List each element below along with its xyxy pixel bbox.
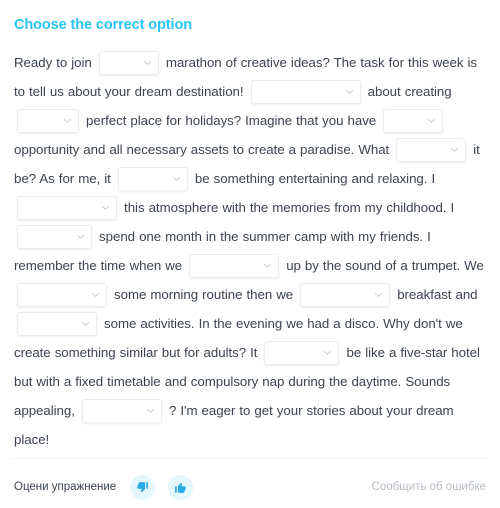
dropdown-gap-4[interactable] — [383, 109, 444, 134]
dropdown-gap-6[interactable] — [117, 167, 188, 192]
dropdown-gap-2[interactable] — [250, 80, 361, 105]
rate-exercise-label: Оцени упражнение — [14, 481, 117, 493]
rate-buttons-group — [130, 474, 206, 500]
chevron-down-icon — [92, 293, 99, 298]
chevron-down-icon — [428, 119, 436, 124]
dropdown-gap-7[interactable] — [17, 196, 117, 221]
chevron-down-icon — [64, 119, 71, 124]
chevron-down-icon — [375, 293, 383, 298]
chevron-down-icon — [143, 61, 151, 66]
thumbs-down-icon — [136, 481, 149, 494]
page-title: Choose the correct option — [14, 17, 192, 33]
chevron-down-icon — [264, 264, 272, 269]
exercise-text-run: Ready to join — [14, 55, 96, 70]
chevron-down-icon — [172, 177, 180, 182]
chevron-down-icon — [451, 148, 459, 153]
chevron-down-icon — [77, 235, 84, 240]
chevron-down-icon — [102, 206, 109, 211]
thumbs-up-icon — [174, 481, 187, 494]
thumbs-up-button[interactable] — [168, 474, 194, 500]
exercise-text-run: perfect place for holidays? Imagine that… — [82, 113, 381, 128]
chevron-down-icon — [82, 322, 89, 327]
dropdown-gap-8[interactable] — [17, 225, 92, 250]
dropdown-gap-1[interactable] — [98, 51, 159, 76]
dropdown-gap-3[interactable] — [17, 109, 79, 134]
dropdown-gap-14[interactable] — [81, 399, 162, 424]
exercise-text-run: some morning routine then we — [110, 287, 298, 302]
dropdown-gap-5[interactable] — [396, 138, 467, 163]
chevron-down-icon — [324, 351, 332, 356]
exercise-text-body: Ready to join marathon of creative ideas… — [14, 48, 486, 454]
exercise-text-run: about creating — [363, 84, 456, 99]
dropdown-gap-9[interactable] — [189, 254, 280, 279]
exercise-text-run: ? I'm eager to get your stories about yo… — [14, 403, 458, 447]
thumbs-down-button[interactable] — [130, 474, 156, 500]
footer-divider — [12, 458, 488, 459]
exercise-text-run: up by the sound of a trumpet. We — [282, 258, 488, 273]
exercise-card: Choose the correct option Ready to join … — [0, 0, 500, 508]
chevron-down-icon — [146, 409, 154, 414]
dropdown-gap-12[interactable] — [17, 312, 97, 337]
report-error-link[interactable]: Сообщить об ошибке — [372, 481, 486, 493]
exercise-text-run: breakfast and — [393, 287, 482, 302]
exercise-text-run: this atmosphere with the memories from m… — [120, 200, 459, 215]
dropdown-gap-11[interactable] — [300, 283, 391, 308]
exercise-footer: Оцени упражнение Сообщить об ошибке — [0, 466, 500, 508]
exercise-text-run: be something entertaining and relaxing. … — [190, 171, 440, 186]
dropdown-gap-13[interactable] — [264, 341, 340, 366]
chevron-down-icon — [345, 90, 353, 95]
dropdown-gap-10[interactable] — [17, 283, 107, 308]
